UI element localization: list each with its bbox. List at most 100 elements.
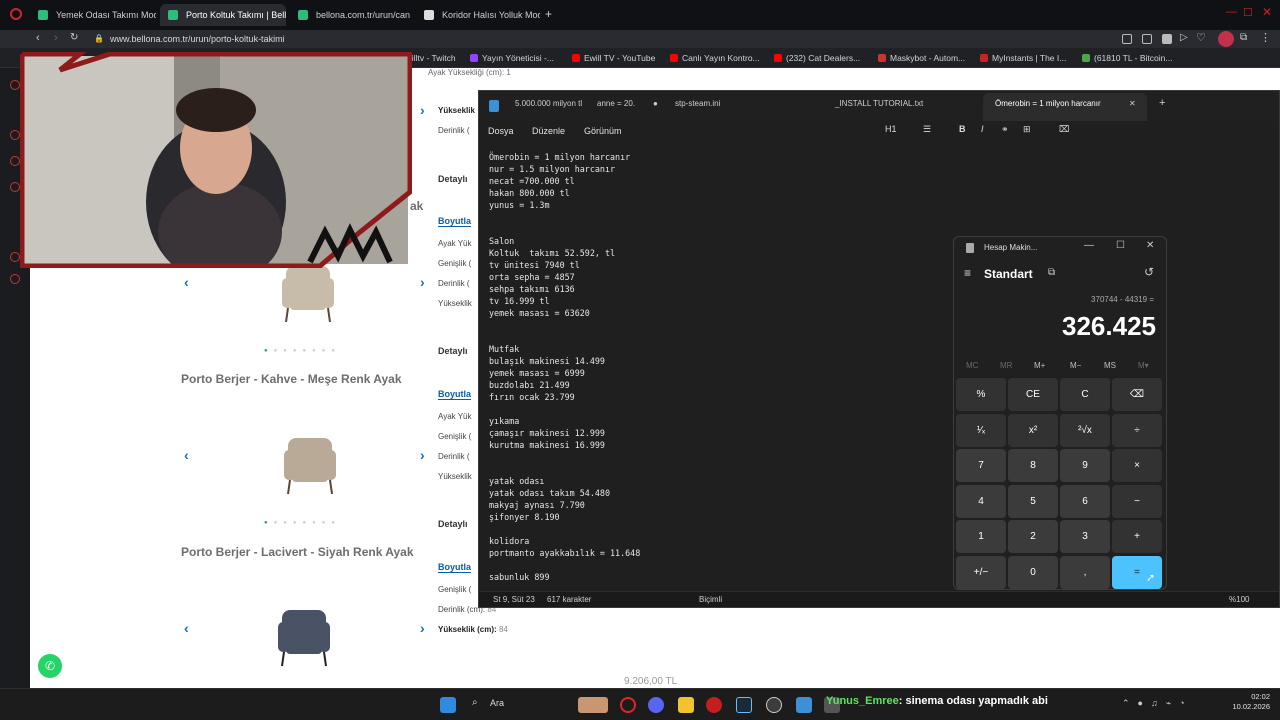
carousel-dots[interactable]: ●●●●●●●● [264, 520, 341, 526]
digit-8-button[interactable]: 8 [1008, 449, 1058, 482]
memory-recall-button[interactable]: MR [1000, 361, 1012, 370]
memory-list-button[interactable]: M▾ [1138, 361, 1149, 370]
detay-link[interactable]: Detaylı [438, 174, 468, 184]
play-icon[interactable]: ▷ [1180, 32, 1188, 43]
format-toggle[interactable]: Biçimli [699, 595, 722, 604]
zoom-level[interactable]: %100 [1229, 595, 1249, 604]
carousel-next-icon[interactable]: › [420, 274, 425, 290]
profile-avatar[interactable] [1218, 31, 1234, 47]
italic-icon[interactable]: I [981, 124, 984, 134]
more-menu-icon[interactable]: ⋮ [1260, 31, 1271, 44]
history-icon[interactable]: ↺ [1144, 265, 1154, 279]
carousel-next-icon[interactable]: › [420, 102, 425, 118]
obs-icon[interactable] [766, 697, 782, 713]
sidebar-icon[interactable] [10, 252, 20, 262]
memory-add-button[interactable]: M+ [1034, 361, 1045, 370]
carousel-next-icon[interactable]: › [420, 447, 425, 463]
whatsapp-icon[interactable]: ✆ [38, 654, 62, 678]
boyut-link[interactable]: Boyutla [438, 562, 472, 573]
forward-icon[interactable]: › [54, 32, 58, 44]
notepad-taskbar-icon[interactable] [796, 697, 812, 713]
carousel-next-icon[interactable]: › [420, 620, 425, 636]
window-maximize-icon[interactable]: ☐ [1243, 6, 1253, 19]
heart-icon[interactable]: ♡ [1196, 31, 1206, 44]
table-icon[interactable]: ⊞ [1023, 124, 1031, 135]
app-icon[interactable] [706, 697, 722, 713]
armchair-image[interactable] [276, 604, 332, 670]
digit-5-button[interactable]: 5 [1008, 484, 1058, 518]
new-tab-button[interactable]: + [545, 7, 552, 21]
detay-link[interactable]: Detaylı [438, 519, 468, 529]
bookmark-item[interactable]: Ewill TV - YouTube [572, 52, 655, 64]
notepad-tab[interactable]: 5.000.000 milyon tl [515, 99, 582, 108]
detay-link[interactable]: Detaylı [438, 346, 468, 356]
bookmark-item[interactable]: (61810 TL - Bitcoin... [1082, 52, 1172, 64]
boyut-link[interactable]: Boyutla [438, 389, 472, 400]
notepad-text-area[interactable]: Ömerobin = 1 milyon harcanır nur = 1.5 mi… [489, 151, 949, 591]
memory-subtract-button[interactable]: M− [1070, 361, 1081, 370]
bold-icon[interactable]: B [959, 124, 966, 134]
digit-0-button[interactable]: 0 [1008, 555, 1058, 589]
sidebar-icon[interactable] [10, 130, 20, 140]
window-minimize-icon[interactable]: — [1226, 6, 1237, 18]
browser-tab[interactable]: bellona.com.tr/urun/canva [290, 4, 410, 26]
digit-6-button[interactable]: 6 [1060, 484, 1110, 518]
notepad-tab[interactable]: anne = 20. [597, 99, 635, 108]
close-icon[interactable]: ✕ [1146, 240, 1154, 251]
sidebar-icon[interactable] [10, 80, 20, 90]
browser-tab[interactable]: Koridor Halısı Yolluk Mode [416, 4, 540, 26]
digit-2-button[interactable]: 2 [1008, 520, 1058, 553]
reciprocal-button[interactable]: ¹⁄ₓ [956, 413, 1006, 447]
armchair-image[interactable] [282, 432, 338, 498]
list-icon[interactable]: ☰ [923, 124, 931, 135]
browser-menu-icon[interactable] [10, 8, 22, 20]
browser-tab[interactable]: Porto Koltuk Takımı | Bello [160, 4, 286, 26]
menu-dosya[interactable]: Dosya [488, 126, 514, 136]
menu-gorunum[interactable]: Görünüm [584, 126, 622, 136]
notepad-tab[interactable]: stp-steam.ini [675, 99, 720, 108]
hamburger-menu-icon[interactable]: ≡ [964, 266, 971, 280]
notepad-tab-active[interactable]: Ömerobin = 1 milyon harcanır ✕ [983, 93, 1147, 121]
bookmark-item[interactable]: Canlı Yayın Kontro... [670, 52, 760, 64]
sidebar-icon[interactable] [10, 182, 20, 192]
clear-format-icon[interactable]: ⌧ [1059, 124, 1069, 135]
extension-icon[interactable] [1142, 34, 1152, 44]
clear-button[interactable]: C [1060, 378, 1110, 411]
new-tab-icon[interactable]: + [1159, 97, 1165, 109]
digit-1-button[interactable]: 1 [956, 520, 1006, 553]
extension-icon[interactable] [1162, 34, 1172, 44]
back-icon[interactable]: ‹ [36, 32, 40, 44]
add-button[interactable]: + [1112, 520, 1162, 553]
file-explorer-icon[interactable] [678, 697, 694, 713]
digit-4-button[interactable]: 4 [956, 484, 1006, 518]
carousel-prev-icon[interactable]: ‹ [184, 274, 189, 290]
backspace-button[interactable]: ⌫ [1112, 378, 1162, 411]
digit-9-button[interactable]: 9 [1060, 449, 1110, 482]
digit-7-button[interactable]: 7 [956, 449, 1006, 482]
decimal-button[interactable]: , [1060, 555, 1110, 589]
sidebar-icon[interactable] [10, 156, 20, 166]
search-highlight-icon[interactable] [578, 697, 608, 713]
carousel-dots[interactable]: ●●●●●●●● [264, 348, 341, 354]
product-title[interactable]: Porto Berjer - Kahve - Meşe Renk Ayak [181, 372, 402, 386]
start-icon[interactable] [440, 697, 456, 713]
maximize-icon[interactable]: ☐ [1116, 240, 1125, 251]
menu-duzenle[interactable]: Düzenle [532, 126, 565, 136]
carousel-prev-icon[interactable]: ‹ [184, 447, 189, 463]
browser-tab[interactable]: Yemek Odası Takımı Mode [30, 4, 156, 26]
link-icon[interactable]: ⚭ [1001, 124, 1009, 135]
bookmark-item[interactable]: Yayın Yöneticisi -... [470, 52, 554, 64]
memory-store-button[interactable]: MS [1104, 361, 1116, 370]
percent-button[interactable]: % [956, 378, 1006, 411]
square-root-button[interactable]: ²√x [1060, 413, 1110, 447]
close-tab-icon[interactable]: ✕ [1129, 99, 1136, 108]
boyut-link[interactable]: Boyutla [438, 216, 472, 227]
clear-entry-button[interactable]: CE [1008, 378, 1058, 411]
negate-button[interactable]: +/− [956, 555, 1006, 589]
opera-icon[interactable] [620, 697, 636, 713]
extension-icon[interactable] [1122, 34, 1132, 44]
armchair-image[interactable] [280, 260, 336, 326]
heading-dropdown[interactable]: H1 [885, 124, 897, 134]
digit-3-button[interactable]: 3 [1060, 520, 1110, 553]
taskbar-search-label[interactable]: Ara [490, 698, 504, 708]
